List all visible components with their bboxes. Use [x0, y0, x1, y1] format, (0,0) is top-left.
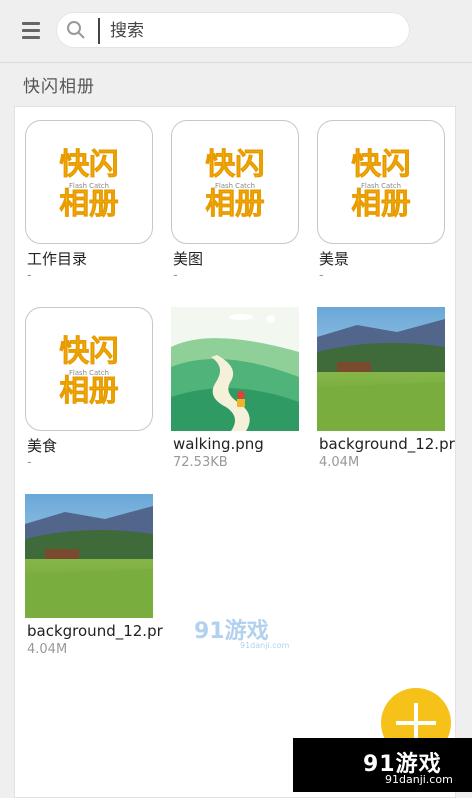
app-logo-icon: 快闪 Flash Catch 相册	[351, 147, 411, 221]
folder-cover: 快闪 Flash Catch 相册	[25, 307, 153, 431]
tile-name: background_12.pr	[27, 622, 163, 640]
search-icon	[67, 21, 85, 39]
landscape-photo	[317, 307, 445, 431]
watermark-logo: 91游戏 91danji.com	[194, 618, 290, 650]
svg-text:快闪: 快闪	[351, 147, 410, 181]
tile-meta: -	[27, 268, 32, 283]
album-title: 快闪相册	[23, 77, 95, 97]
app-logo-icon: 快闪 Flash Catch 相册	[205, 147, 265, 221]
image-thumbnail	[25, 494, 153, 618]
svg-text:快闪: 快闪	[59, 334, 118, 368]
tile-name: background_12.pr	[319, 435, 455, 453]
tile-meta: 4.04M	[27, 642, 68, 657]
app-logo-icon: 快闪 Flash Catch 相册	[59, 334, 119, 408]
image-thumbnail	[317, 307, 445, 431]
tile-name: 美景	[319, 250, 350, 268]
landscape-photo	[25, 494, 153, 618]
tile-meta: -	[319, 268, 324, 283]
walking-illustration	[171, 307, 299, 431]
search-bar[interactable]	[56, 12, 410, 48]
tile-name: 工作目录	[27, 250, 88, 268]
tile-meta: -	[27, 455, 32, 470]
svg-text:相册: 相册	[205, 186, 264, 220]
folder-cover: 快闪 Flash Catch 相册	[171, 120, 299, 244]
corner-watermark: 91游戏 91danji.com	[293, 738, 472, 792]
corner-watermark-sub: 91danji.com	[385, 773, 453, 786]
app-logo-icon: 快闪 Flash Catch 相册	[59, 147, 119, 221]
album-grid: 快闪 Flash Catch 相册 工作目录 - 快闪 Flash Catch …	[14, 106, 456, 798]
svg-text:相册: 相册	[351, 186, 410, 220]
svg-text:相册: 相册	[59, 186, 118, 220]
folder-cover: 快闪 Flash Catch 相册	[317, 120, 445, 244]
svg-text:快闪: 快闪	[59, 147, 118, 181]
svg-text:快闪: 快闪	[205, 147, 264, 181]
menu-icon[interactable]	[22, 22, 42, 40]
tile-name: walking.png	[173, 435, 264, 453]
tile-name: 美图	[173, 250, 204, 268]
tile-name: 美食	[27, 437, 58, 455]
header-divider	[0, 62, 472, 63]
tile-meta: 72.53KB	[173, 455, 228, 470]
tile-meta: 4.04M	[319, 455, 360, 470]
tile-meta: -	[173, 268, 178, 283]
svg-text:相册: 相册	[59, 373, 118, 407]
top-bar	[0, 0, 472, 60]
folder-cover: 快闪 Flash Catch 相册	[25, 120, 153, 244]
search-input[interactable]	[98, 18, 402, 44]
svg-text:91danji.com: 91danji.com	[240, 641, 290, 650]
image-thumbnail	[171, 307, 299, 431]
